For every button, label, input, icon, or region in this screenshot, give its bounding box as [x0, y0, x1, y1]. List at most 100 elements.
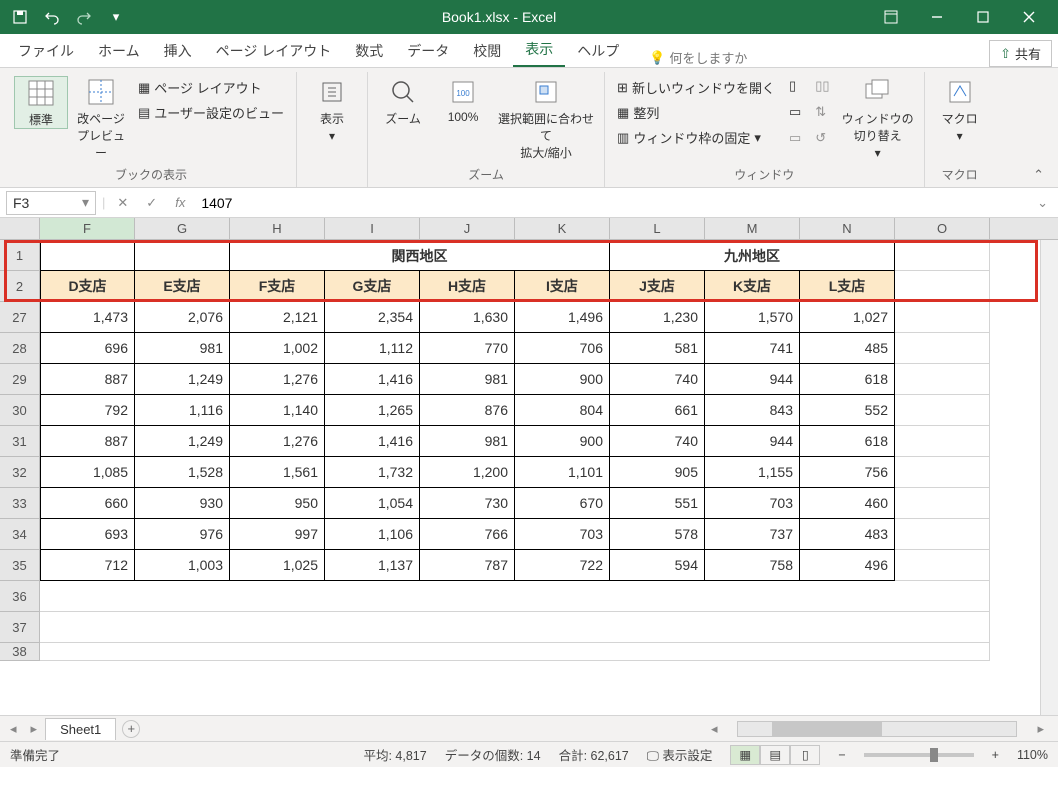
- name-box[interactable]: F3 ▾: [6, 191, 96, 215]
- cell[interactable]: 712: [40, 550, 135, 581]
- horizontal-scrollbar[interactable]: [737, 721, 1017, 737]
- undo-button[interactable]: [38, 4, 66, 30]
- tab-formulas[interactable]: 数式: [343, 35, 395, 67]
- cell[interactable]: F支店: [230, 271, 325, 302]
- cell[interactable]: J支店: [610, 271, 705, 302]
- col-header[interactable]: K: [515, 218, 610, 239]
- cell[interactable]: 703: [515, 519, 610, 550]
- row-header[interactable]: 30: [0, 395, 40, 426]
- cell[interactable]: 1,027: [800, 302, 895, 333]
- select-all-corner[interactable]: [0, 218, 40, 239]
- new-sheet-button[interactable]: +: [122, 720, 140, 738]
- tab-help[interactable]: ヘルプ: [565, 35, 631, 67]
- cell[interactable]: 905: [610, 457, 705, 488]
- enter-icon[interactable]: ✓: [140, 195, 163, 211]
- cell[interactable]: 706: [515, 333, 610, 364]
- hide-button[interactable]: ▭: [785, 102, 805, 122]
- cell[interactable]: 804: [515, 395, 610, 426]
- col-header[interactable]: H: [230, 218, 325, 239]
- cell[interactable]: [895, 550, 990, 581]
- cell[interactable]: 1,528: [135, 457, 230, 488]
- view-page-layout-button[interactable]: ▦ページ レイアウト: [134, 76, 288, 99]
- cell[interactable]: 792: [40, 395, 135, 426]
- tab-home[interactable]: ホーム: [86, 35, 152, 67]
- cell[interactable]: L支店: [800, 271, 895, 302]
- sync-scroll-button[interactable]: ⇅: [811, 102, 833, 122]
- cell[interactable]: D支店: [40, 271, 135, 302]
- cell[interactable]: 1,249: [135, 364, 230, 395]
- row-header[interactable]: 1: [0, 240, 40, 271]
- cell[interactable]: 1,025: [230, 550, 325, 581]
- cell[interactable]: 876: [420, 395, 515, 426]
- cell[interactable]: 594: [610, 550, 705, 581]
- cell[interactable]: 944: [705, 426, 800, 457]
- share-button[interactable]: ⇧ 共有: [989, 40, 1052, 67]
- tab-data[interactable]: データ: [395, 35, 461, 67]
- row-header[interactable]: 35: [0, 550, 40, 581]
- cell-region-kansai[interactable]: 関西地区: [230, 240, 610, 271]
- cell[interactable]: 1,496: [515, 302, 610, 333]
- cell[interactable]: 944: [705, 364, 800, 395]
- redo-button[interactable]: [70, 4, 98, 30]
- cell[interactable]: 1,732: [325, 457, 420, 488]
- col-header[interactable]: F: [40, 218, 135, 239]
- cell[interactable]: 887: [40, 364, 135, 395]
- col-header[interactable]: J: [420, 218, 515, 239]
- cell[interactable]: 1,101: [515, 457, 610, 488]
- close-button[interactable]: [1006, 0, 1052, 34]
- col-header[interactable]: N: [800, 218, 895, 239]
- view-custom-button[interactable]: ▤ユーザー設定のビュー: [134, 101, 288, 124]
- cell[interactable]: [40, 240, 135, 271]
- cell[interactable]: [40, 612, 990, 643]
- cell[interactable]: 1,416: [325, 364, 420, 395]
- cell[interactable]: 976: [135, 519, 230, 550]
- cell[interactable]: [895, 488, 990, 519]
- col-header[interactable]: O: [895, 218, 990, 239]
- cell[interactable]: 981: [420, 364, 515, 395]
- cell[interactable]: 496: [800, 550, 895, 581]
- col-header[interactable]: I: [325, 218, 420, 239]
- qat-customize[interactable]: ▾: [102, 4, 130, 30]
- cell[interactable]: I支店: [515, 271, 610, 302]
- cell[interactable]: 740: [610, 364, 705, 395]
- col-header[interactable]: G: [135, 218, 230, 239]
- freeze-panes-button[interactable]: ▥ウィンドウ枠の固定 ▾: [613, 126, 779, 149]
- vertical-scrollbar[interactable]: [1040, 240, 1058, 715]
- cell[interactable]: [895, 302, 990, 333]
- cell[interactable]: 1,112: [325, 333, 420, 364]
- cell[interactable]: 1,140: [230, 395, 325, 426]
- new-window-button[interactable]: ⊞新しいウィンドウを開く: [613, 76, 779, 99]
- cell[interactable]: [895, 271, 990, 302]
- cell[interactable]: 1,155: [705, 457, 800, 488]
- cell[interactable]: 551: [610, 488, 705, 519]
- arrange-all-button[interactable]: ▦整列: [613, 101, 779, 124]
- cell[interactable]: 581: [610, 333, 705, 364]
- cell[interactable]: 887: [40, 426, 135, 457]
- cell[interactable]: [40, 643, 990, 661]
- tab-file[interactable]: ファイル: [6, 35, 86, 67]
- cell[interactable]: 843: [705, 395, 800, 426]
- cell[interactable]: 1,137: [325, 550, 420, 581]
- row-header[interactable]: 31: [0, 426, 40, 457]
- macros-button[interactable]: マクロ ▾: [933, 76, 987, 143]
- cell[interactable]: 981: [135, 333, 230, 364]
- cell[interactable]: 1,630: [420, 302, 515, 333]
- view-normal-button[interactable]: 標準: [14, 76, 68, 129]
- cell[interactable]: 1,002: [230, 333, 325, 364]
- cell[interactable]: H支店: [420, 271, 515, 302]
- cell[interactable]: 696: [40, 333, 135, 364]
- page-layout-view-button[interactable]: ▤: [760, 745, 790, 765]
- row-header[interactable]: 2: [0, 271, 40, 302]
- cell[interactable]: 997: [230, 519, 325, 550]
- cell[interactable]: 981: [420, 426, 515, 457]
- cell[interactable]: 1,054: [325, 488, 420, 519]
- cell[interactable]: 483: [800, 519, 895, 550]
- col-header[interactable]: M: [705, 218, 800, 239]
- tab-insert[interactable]: 挿入: [152, 35, 204, 67]
- cell[interactable]: [895, 333, 990, 364]
- row-header[interactable]: 29: [0, 364, 40, 395]
- cell[interactable]: 900: [515, 426, 610, 457]
- cell[interactable]: 1,276: [230, 364, 325, 395]
- fx-icon[interactable]: fx: [169, 195, 191, 210]
- cell[interactable]: [895, 457, 990, 488]
